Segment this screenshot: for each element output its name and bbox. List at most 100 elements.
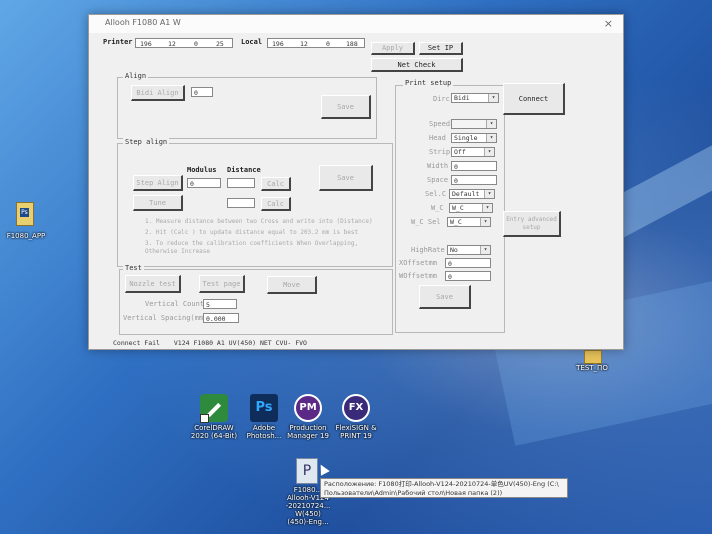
file-icon-badge: Ps xyxy=(20,208,29,217)
local-label: Local xyxy=(241,38,263,46)
tune-distance-input[interactable] xyxy=(227,198,255,208)
wc-sel-label: W_C Sel xyxy=(411,218,441,226)
vertical-count-input[interactable]: 5 xyxy=(203,299,237,309)
entry-advanced-setup-button[interactable]: Entry advanced setup xyxy=(503,211,561,237)
step-align-button[interactable]: Step Align xyxy=(133,175,183,191)
dirc-select[interactable]: Bidi ▾ xyxy=(451,93,499,103)
vertical-spacing-input[interactable]: 0.000 xyxy=(203,313,239,323)
woffset-input[interactable]: 0 xyxy=(445,271,491,281)
chevron-down-icon: ▾ xyxy=(486,120,496,128)
wc-select[interactable]: W_C ▾ xyxy=(449,203,493,213)
flexi-icon: FX xyxy=(342,394,370,422)
connect-button[interactable]: Connect xyxy=(503,83,565,115)
speed-label: Speed xyxy=(429,120,451,128)
vertical-spacing-label: Vertical Spacing(mm) xyxy=(123,314,208,322)
close-icon[interactable]: × xyxy=(604,17,613,30)
shortcut-tooltip: Расположение: F1080打印-Allooh-V124-202107… xyxy=(320,478,568,498)
head-value: Single xyxy=(454,134,478,142)
desktop-icon-coreldraw[interactable]: CorelDRAW 2020 (64-Bit) xyxy=(191,392,237,444)
chevron-down-icon: ▾ xyxy=(486,134,496,142)
width-input[interactable]: 0 xyxy=(451,161,497,171)
printer-label: Printer xyxy=(103,38,133,46)
step-align-group-title: Step align xyxy=(123,138,170,146)
connection-status: Connect Fail xyxy=(113,339,160,347)
xoffset-label: XOffsetmm xyxy=(399,259,437,267)
step-save-button[interactable]: Save xyxy=(319,165,373,191)
woffset-label: WOffsetmm xyxy=(399,272,437,280)
status-bar: Connect Fail V124 F1080 A1 UV(450) NET C… xyxy=(113,339,307,347)
distance-input[interactable] xyxy=(227,178,255,188)
step-note-1: 1. Measure distance between two Cross an… xyxy=(145,218,373,225)
wc-value: W_C xyxy=(452,204,464,212)
highrate-select[interactable]: No ▾ xyxy=(447,245,491,255)
production-manager-icon: PM xyxy=(294,394,322,422)
printer-ip-octet-1: 196 xyxy=(140,40,152,48)
wc-sel-select[interactable]: W_C ▾ xyxy=(447,217,491,227)
head-select[interactable]: Single ▾ xyxy=(451,133,497,143)
local-ip-octet-2: 12 xyxy=(300,40,308,48)
app-shortcut-label-4: W(450) xyxy=(295,510,321,518)
head-label: Head xyxy=(429,134,446,142)
sel-value: Default xyxy=(452,190,480,198)
chevron-down-icon: ▾ xyxy=(480,246,490,254)
modulus-input[interactable]: 0 xyxy=(187,178,221,188)
move-button[interactable]: Move xyxy=(267,276,317,294)
flexi-label-2: PRINT 19 xyxy=(340,432,372,440)
printer-ip-octet-3: 0 xyxy=(194,40,198,48)
apply-button[interactable]: Apply xyxy=(371,42,415,55)
printer-ip-field[interactable]: 196 12 0 25 xyxy=(135,38,233,48)
net-check-button[interactable]: Net Check xyxy=(371,58,463,72)
wc-label: W_C xyxy=(431,204,444,212)
step-note-3: 3. To reduce the calibration coefficient… xyxy=(145,240,359,247)
local-ip-octet-3: 0 xyxy=(326,40,330,48)
speed-select[interactable]: ▾ xyxy=(451,119,497,129)
tune-button[interactable]: Tune xyxy=(133,195,183,211)
test-group-title: Test xyxy=(123,264,144,272)
desktop-icon-left-file[interactable]: Ps F1080_APP xyxy=(6,202,46,242)
print-setup-title: Print setup xyxy=(403,79,454,87)
local-ip-octet-1: 196 xyxy=(272,40,284,48)
set-ip-button[interactable]: Set IP xyxy=(419,42,463,55)
chevron-down-icon: ▾ xyxy=(484,148,494,156)
xoffset-input[interactable]: 0 xyxy=(445,258,491,268)
desktop-icon-right-label: TEST_ПО xyxy=(576,364,608,372)
tune-calc-button[interactable]: Calc xyxy=(261,197,291,211)
chevron-down-icon: ▾ xyxy=(488,94,498,102)
print-setup-save-button[interactable]: Save xyxy=(419,285,471,309)
desktop-icon-production-manager[interactable]: PM Production Manager 19 xyxy=(286,392,330,444)
printer-ip-octet-4: 25 xyxy=(216,40,224,48)
local-ip-field[interactable]: 196 12 0 188 xyxy=(267,38,365,48)
shortcut-arrow-icon xyxy=(200,414,209,423)
bidi-align-button[interactable]: Bidi Align xyxy=(131,85,185,101)
coreldraw-label-2: 2020 (64-Bit) xyxy=(190,432,238,440)
desktop-icon-flexi[interactable]: FX FlexiSIGN & PRINT 19 xyxy=(334,392,378,444)
folder-icon xyxy=(584,350,602,364)
desktop-icon-right-file[interactable]: TEST_ПО xyxy=(574,350,610,380)
desktop-icon-left-label: F1080_APP xyxy=(6,232,46,240)
step-calc-button[interactable]: Calc xyxy=(261,177,291,191)
dirc-value: Bidi xyxy=(454,94,470,102)
wc-sel-value: W_C xyxy=(450,218,462,226)
strip-select[interactable]: Off ▾ xyxy=(451,147,495,157)
width-label: Width xyxy=(427,162,449,170)
chevron-down-icon: ▾ xyxy=(480,218,490,226)
space-input[interactable]: 0 xyxy=(451,175,497,185)
chevron-down-icon: ▾ xyxy=(484,190,494,198)
title-bar[interactable]: Allooh F1080 A1 W × xyxy=(89,15,623,33)
dirc-label: Dirc xyxy=(433,95,450,103)
highrate-label: HighRate xyxy=(411,246,445,254)
app-icon: P xyxy=(296,458,318,484)
nozzle-test-button[interactable]: Nozzle test xyxy=(125,275,181,293)
vertical-count-label: Vertical Count xyxy=(145,300,205,308)
tooltip-line-2: Пользователи\Admin\Рабочий стол\Новая па… xyxy=(324,489,503,497)
tooltip-line-1: Расположение: F1080打印-Allooh-V124-202107… xyxy=(324,480,559,488)
step-note-2: 2. Hit (Calc ) to update distance equal … xyxy=(145,229,359,236)
sel-select[interactable]: Default ▾ xyxy=(449,189,495,199)
window-title: Allooh F1080 A1 W xyxy=(105,18,181,27)
bidi-align-input[interactable]: 0 xyxy=(191,87,213,97)
align-save-button[interactable]: Save xyxy=(321,95,371,119)
test-page-button[interactable]: Test page xyxy=(199,275,245,293)
align-group-title: Align xyxy=(123,72,149,80)
distance-label: Distance xyxy=(227,166,261,174)
app-shortcut-label-3: -20210724... xyxy=(285,502,331,510)
